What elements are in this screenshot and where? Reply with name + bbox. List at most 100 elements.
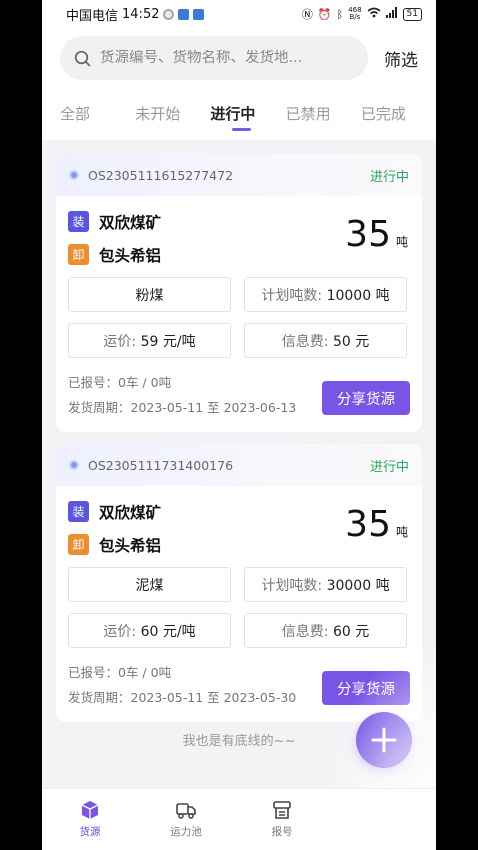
tab-disabled[interactable]: 已禁用 — [286, 88, 361, 140]
nfc-icon: Ⓝ — [301, 8, 313, 21]
info-fee-value: 50 元 — [332, 333, 370, 350]
freight-price-label: 运价: — [103, 623, 137, 640]
freight-price-value: 59 元/吨 — [140, 333, 196, 350]
load-tag: 装 — [68, 211, 89, 232]
load-tag: 装 — [68, 501, 89, 522]
freight-price-value: 60 元/吨 — [140, 623, 196, 640]
card-header: OS2305111615277472 进行中 — [56, 154, 422, 196]
info-grid: 泥煤 计划吨数: 30000 吨 运价: 60 元/吨 信息费: 60 元 — [68, 567, 410, 648]
tonnage-unit: 吨 — [395, 235, 408, 249]
battery-icon: 51 — [402, 7, 422, 21]
tab-in-progress[interactable]: 进行中 — [210, 88, 285, 140]
reported-count: 已报号：0车 / 0吨 — [68, 665, 172, 680]
tabbar-label: 报号 — [271, 826, 293, 838]
cargo-type: 泥煤 — [68, 567, 231, 602]
tonnage: 35 吨 — [345, 214, 408, 255]
order-dot-icon — [69, 170, 79, 180]
alarm-icon: ⏰ — [317, 7, 332, 21]
tonnage-value: 35 — [345, 504, 391, 545]
cloud-notification-icon — [193, 8, 205, 20]
info-fee: 信息费: 50 元 — [244, 323, 407, 358]
unload-tag: 卸 — [68, 534, 89, 555]
cargo-type-value: 泥煤 — [135, 577, 164, 594]
info-fee: 信息费: 60 元 — [244, 613, 407, 648]
tabbar-item-cargo[interactable]: 货源 — [42, 789, 138, 850]
add-cargo-button[interactable] — [356, 712, 412, 768]
carrier-name: 中国电信 — [66, 8, 119, 24]
freight-price: 运价: 59 元/吨 — [68, 323, 231, 358]
tabbar-label: 货源 — [79, 826, 101, 838]
load-place: 双欣煤矿 — [99, 503, 162, 522]
freight-price-label: 运价: — [103, 333, 137, 350]
filter-button[interactable]: 筛选 — [384, 46, 418, 71]
share-cargo-button[interactable]: 分享货源 — [322, 671, 410, 705]
search-box[interactable] — [60, 36, 368, 80]
load-place: 双欣煤矿 — [99, 213, 162, 232]
info-fee-label: 信息费: — [281, 623, 329, 640]
freight-price: 运价: 60 元/吨 — [68, 613, 231, 648]
tab-not-started[interactable]: 未开始 — [135, 88, 210, 140]
card-footer: 已报号：0车 / 0吨 发货周期：2023-05-11 至 2023-05-30… — [68, 660, 410, 722]
bluetooth-icon: ᛒ — [336, 7, 344, 21]
ticket-icon — [273, 801, 291, 819]
order-dot-icon — [69, 460, 79, 470]
bottom-tabbar: 货源 运力池 报号 — [42, 788, 436, 850]
tonnage: 35 吨 — [345, 504, 408, 545]
unload-place: 包头希铝 — [99, 536, 162, 555]
status-badge: 进行中 — [369, 169, 409, 185]
cargo-card[interactable]: OS2305111731400176 进行中 装 双欣煤矿 卸 包头希铝 35 … — [56, 444, 422, 722]
info-fee-label: 信息费: — [281, 333, 329, 350]
tonnage-unit: 吨 — [395, 525, 408, 539]
net-speed-unit: B/s — [349, 13, 361, 21]
cube-icon — [81, 801, 99, 819]
card-body: 装 双欣煤矿 卸 包头希铝 35 吨 粉煤 计划吨数: 10000 吨 运价: … — [56, 196, 422, 432]
net-speed: 468 B/s — [348, 7, 361, 21]
plan-tonnage: 计划吨数: 10000 吨 — [244, 277, 407, 312]
info-grid: 粉煤 计划吨数: 10000 吨 运价: 59 元/吨 信息费: 50 元 — [68, 277, 410, 358]
unload-tag: 卸 — [68, 244, 89, 265]
app-screen: 中国电信 14:52 Ⓝ ⏰ ᛒ 468 B/s 51 货源编号、货物名称、发货… — [42, 0, 436, 850]
card-footer: 已报号：0车 / 0吨 发货周期：2023-05-11 至 2023-06-13… — [68, 370, 410, 432]
tabbar-item-capacity-pool[interactable]: 运力池 — [138, 789, 234, 850]
order-number: OS2305111731400176 — [88, 457, 234, 473]
shipping-period: 发货周期：2023-05-11 至 2023-06-13 — [68, 400, 297, 415]
plan-tonnage-value: 10000 吨 — [326, 287, 390, 304]
truck-icon — [176, 803, 196, 819]
card-meta: 已报号：0车 / 0吨 发货周期：2023-05-11 至 2023-06-13 — [68, 370, 296, 420]
status-badge: 进行中 — [369, 459, 409, 475]
plan-tonnage-label: 计划吨数: — [261, 287, 323, 304]
clock-time: 14:52 — [122, 6, 160, 22]
status-right: Ⓝ ⏰ ᛒ 468 B/s 51 — [302, 6, 422, 22]
info-fee-value: 60 元 — [332, 623, 370, 640]
reported-count: 已报号：0车 / 0吨 — [68, 375, 172, 390]
status-tabs: 全部 未开始 进行中 已禁用 已完成 — [42, 88, 436, 140]
card-header: OS2305111731400176 进行中 — [56, 444, 422, 486]
cargo-type-value: 粉煤 — [135, 287, 164, 304]
plan-tonnage: 计划吨数: 30000 吨 — [244, 567, 407, 602]
card-body: 装 双欣煤矿 卸 包头希铝 35 吨 泥煤 计划吨数: 30000 吨 运价: … — [56, 486, 422, 722]
card-meta: 已报号：0车 / 0吨 发货周期：2023-05-11 至 2023-05-30 — [68, 660, 296, 710]
plan-tonnage-value: 30000 吨 — [326, 577, 390, 594]
tabbar-item-report[interactable]: 报号 — [234, 789, 330, 850]
unload-place: 包头希铝 — [99, 246, 162, 265]
wifi-icon — [367, 7, 381, 21]
status-bar: 中国电信 14:52 Ⓝ ⏰ ᛒ 468 B/s 51 — [42, 0, 436, 28]
app-notification-icon — [178, 8, 190, 20]
top-header: 筛选 — [42, 28, 436, 88]
cargo-type: 粉煤 — [68, 277, 231, 312]
plan-tonnage-label: 计划吨数: — [261, 577, 323, 594]
status-left: 中国电信 14:52 — [66, 5, 205, 24]
tonnage-value: 35 — [345, 214, 391, 255]
tabbar-label: 运力池 — [170, 826, 202, 838]
cargo-card[interactable]: OS2305111615277472 进行中 装 双欣煤矿 卸 包头希铝 35 … — [56, 154, 422, 432]
signal-icon — [385, 7, 398, 21]
search-icon — [74, 50, 91, 66]
tab-all[interactable]: 全部 — [60, 88, 135, 140]
search-input[interactable] — [100, 50, 354, 66]
shipping-period: 发货周期：2023-05-11 至 2023-05-30 — [68, 690, 297, 705]
tab-completed[interactable]: 已完成 — [361, 88, 436, 140]
notification-dot-icon — [163, 8, 175, 20]
plus-icon — [371, 727, 397, 753]
share-cargo-button[interactable]: 分享货源 — [322, 381, 410, 415]
order-number: OS2305111615277472 — [88, 167, 234, 183]
